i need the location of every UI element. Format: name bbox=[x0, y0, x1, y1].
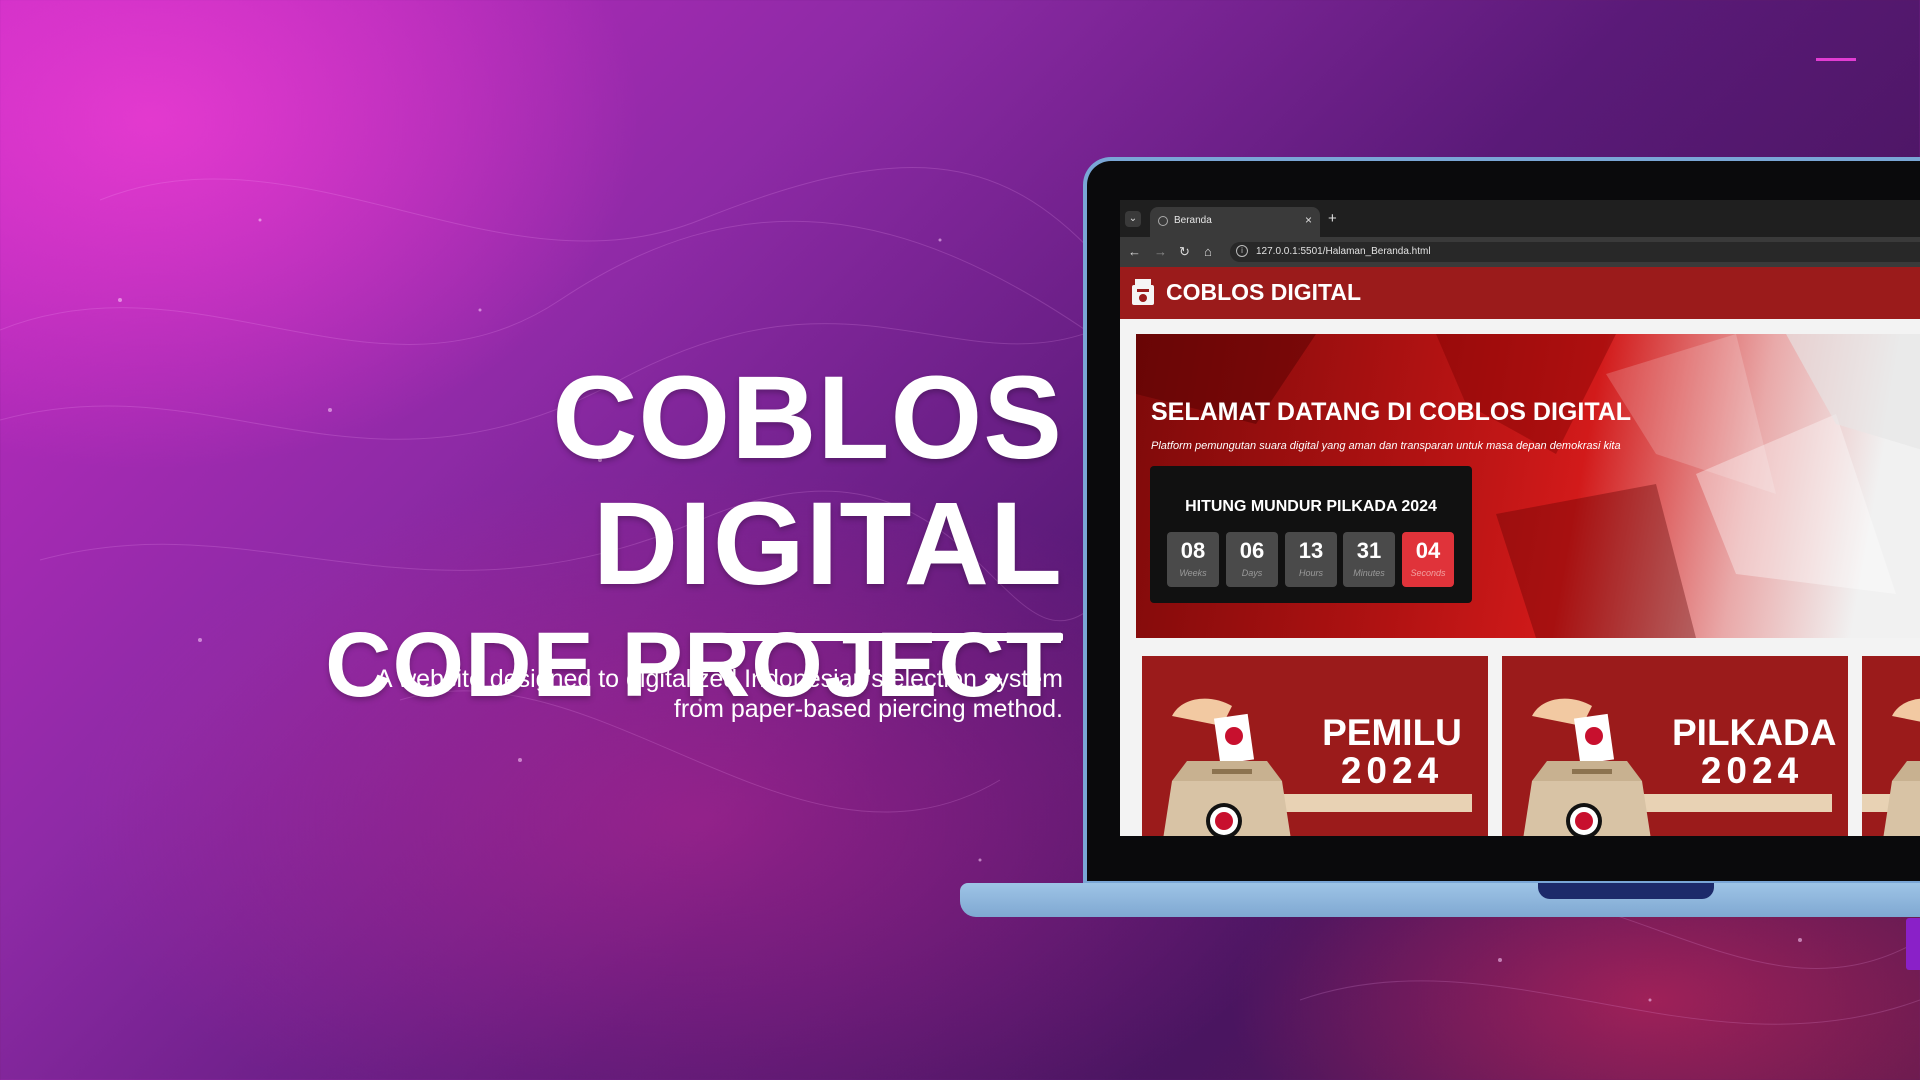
hero-heading: COBLOS DIGITAL CODE PROJECT bbox=[63, 355, 1063, 715]
card-year: 2024 bbox=[1700, 750, 1804, 791]
decorative-tab bbox=[1906, 918, 1920, 970]
site-header: COBLOS DIGITAL bbox=[1120, 267, 1920, 319]
election-card-pilkada[interactable]: PILKADA 2024 bbox=[1502, 656, 1848, 836]
welcome-subtitle: Platform pemungutan suara digital yang a… bbox=[1151, 440, 1621, 452]
laptop-screen: ⌄ Beranda × + ← → ↻ ⌂ i 127.0.0.1:5501/H… bbox=[1120, 200, 1920, 836]
countdown-seconds: 04 Seconds bbox=[1402, 532, 1454, 587]
hero-divider bbox=[693, 633, 1063, 641]
countdown-unit: Minutes bbox=[1353, 568, 1385, 578]
ballot-box-icon bbox=[1883, 698, 1920, 836]
decorative-line bbox=[1816, 58, 1856, 61]
countdown-hours: 13 Hours bbox=[1285, 532, 1337, 587]
hero-title: COBLOS DIGITAL bbox=[552, 352, 1063, 610]
countdown-value: 31 bbox=[1356, 538, 1382, 563]
forward-arrow-icon[interactable]: → bbox=[1154, 244, 1167, 259]
countdown-unit: Weeks bbox=[1179, 568, 1207, 578]
welcome-banner: SELAMAT DATANG DI COBLOS DIGITAL Platfor… bbox=[1136, 334, 1920, 638]
countdown-unit: Hours bbox=[1298, 568, 1323, 578]
countdown-panel: HITUNG MUNDUR PILKADA 2024 08 Weeks 06 D… bbox=[1150, 466, 1472, 603]
reload-icon[interactable]: ↻ bbox=[1179, 244, 1190, 259]
countdown-value: 08 bbox=[1180, 538, 1206, 563]
election-card-partial[interactable] bbox=[1862, 656, 1920, 836]
countdown-weeks: 08 Weeks bbox=[1167, 532, 1219, 587]
address-bar[interactable]: i 127.0.0.1:5501/Halaman_Beranda.html bbox=[1230, 242, 1920, 262]
back-arrow-icon[interactable]: ← bbox=[1128, 244, 1141, 259]
home-icon[interactable]: ⌂ bbox=[1204, 244, 1212, 259]
election-card-pemilu[interactable]: PEMILU 2024 bbox=[1142, 656, 1488, 836]
card-title: PILKADA bbox=[1672, 712, 1837, 753]
countdown-unit: Days bbox=[1241, 568, 1263, 578]
chevron-down-icon[interactable]: ⌄ bbox=[1125, 211, 1141, 227]
countdown-value: 06 bbox=[1239, 538, 1265, 563]
globe-icon bbox=[1158, 216, 1168, 226]
card-label: PILKADA 2024 bbox=[1672, 712, 1837, 791]
tagline-line-2: from paper-based piercing method. bbox=[673, 695, 1063, 723]
tagline-line-1: A website designed to digitalized Indone… bbox=[375, 665, 1063, 693]
countdown-value: 13 bbox=[1298, 538, 1324, 563]
url-text: 127.0.0.1:5501/Halaman_Beranda.html bbox=[1256, 246, 1431, 257]
close-icon[interactable]: × bbox=[1305, 213, 1312, 227]
browser-tab[interactable]: Beranda × bbox=[1150, 207, 1320, 237]
card-label: PEMILU 2024 bbox=[1312, 714, 1472, 790]
countdown-unit: Seconds bbox=[1410, 568, 1446, 578]
browser-tab-bar: ⌄ Beranda × + bbox=[1120, 200, 1920, 237]
card-year: 2024 bbox=[1340, 750, 1444, 791]
site-logo[interactable] bbox=[1130, 277, 1156, 307]
hero-tagline: A website designed to digitalized Indone… bbox=[163, 664, 1063, 724]
ballot-box-icon bbox=[1523, 698, 1651, 836]
ballot-box-icon bbox=[1163, 698, 1291, 836]
card-shelf bbox=[1632, 794, 1832, 812]
countdown-days: 06 Days bbox=[1226, 532, 1278, 587]
site-title[interactable]: COBLOS DIGITAL bbox=[1166, 279, 1361, 306]
browser-toolbar: ← → ↻ ⌂ i 127.0.0.1:5501/Halaman_Beranda… bbox=[1120, 237, 1920, 267]
card-shelf bbox=[1272, 794, 1472, 812]
laptop-notch bbox=[1538, 883, 1714, 899]
countdown-value: 04 bbox=[1415, 538, 1441, 563]
countdown-title: HITUNG MUNDUR PILKADA 2024 bbox=[1185, 498, 1437, 515]
tab-title: Beranda bbox=[1174, 215, 1212, 226]
plus-icon[interactable]: + bbox=[1328, 210, 1337, 227]
laptop-base bbox=[960, 883, 1920, 917]
welcome-heading: SELAMAT DATANG DI COBLOS DIGITAL bbox=[1151, 398, 1632, 426]
countdown-minutes: 31 Minutes bbox=[1343, 532, 1395, 587]
info-icon[interactable]: i bbox=[1236, 245, 1248, 257]
card-title: PEMILU bbox=[1322, 712, 1462, 753]
